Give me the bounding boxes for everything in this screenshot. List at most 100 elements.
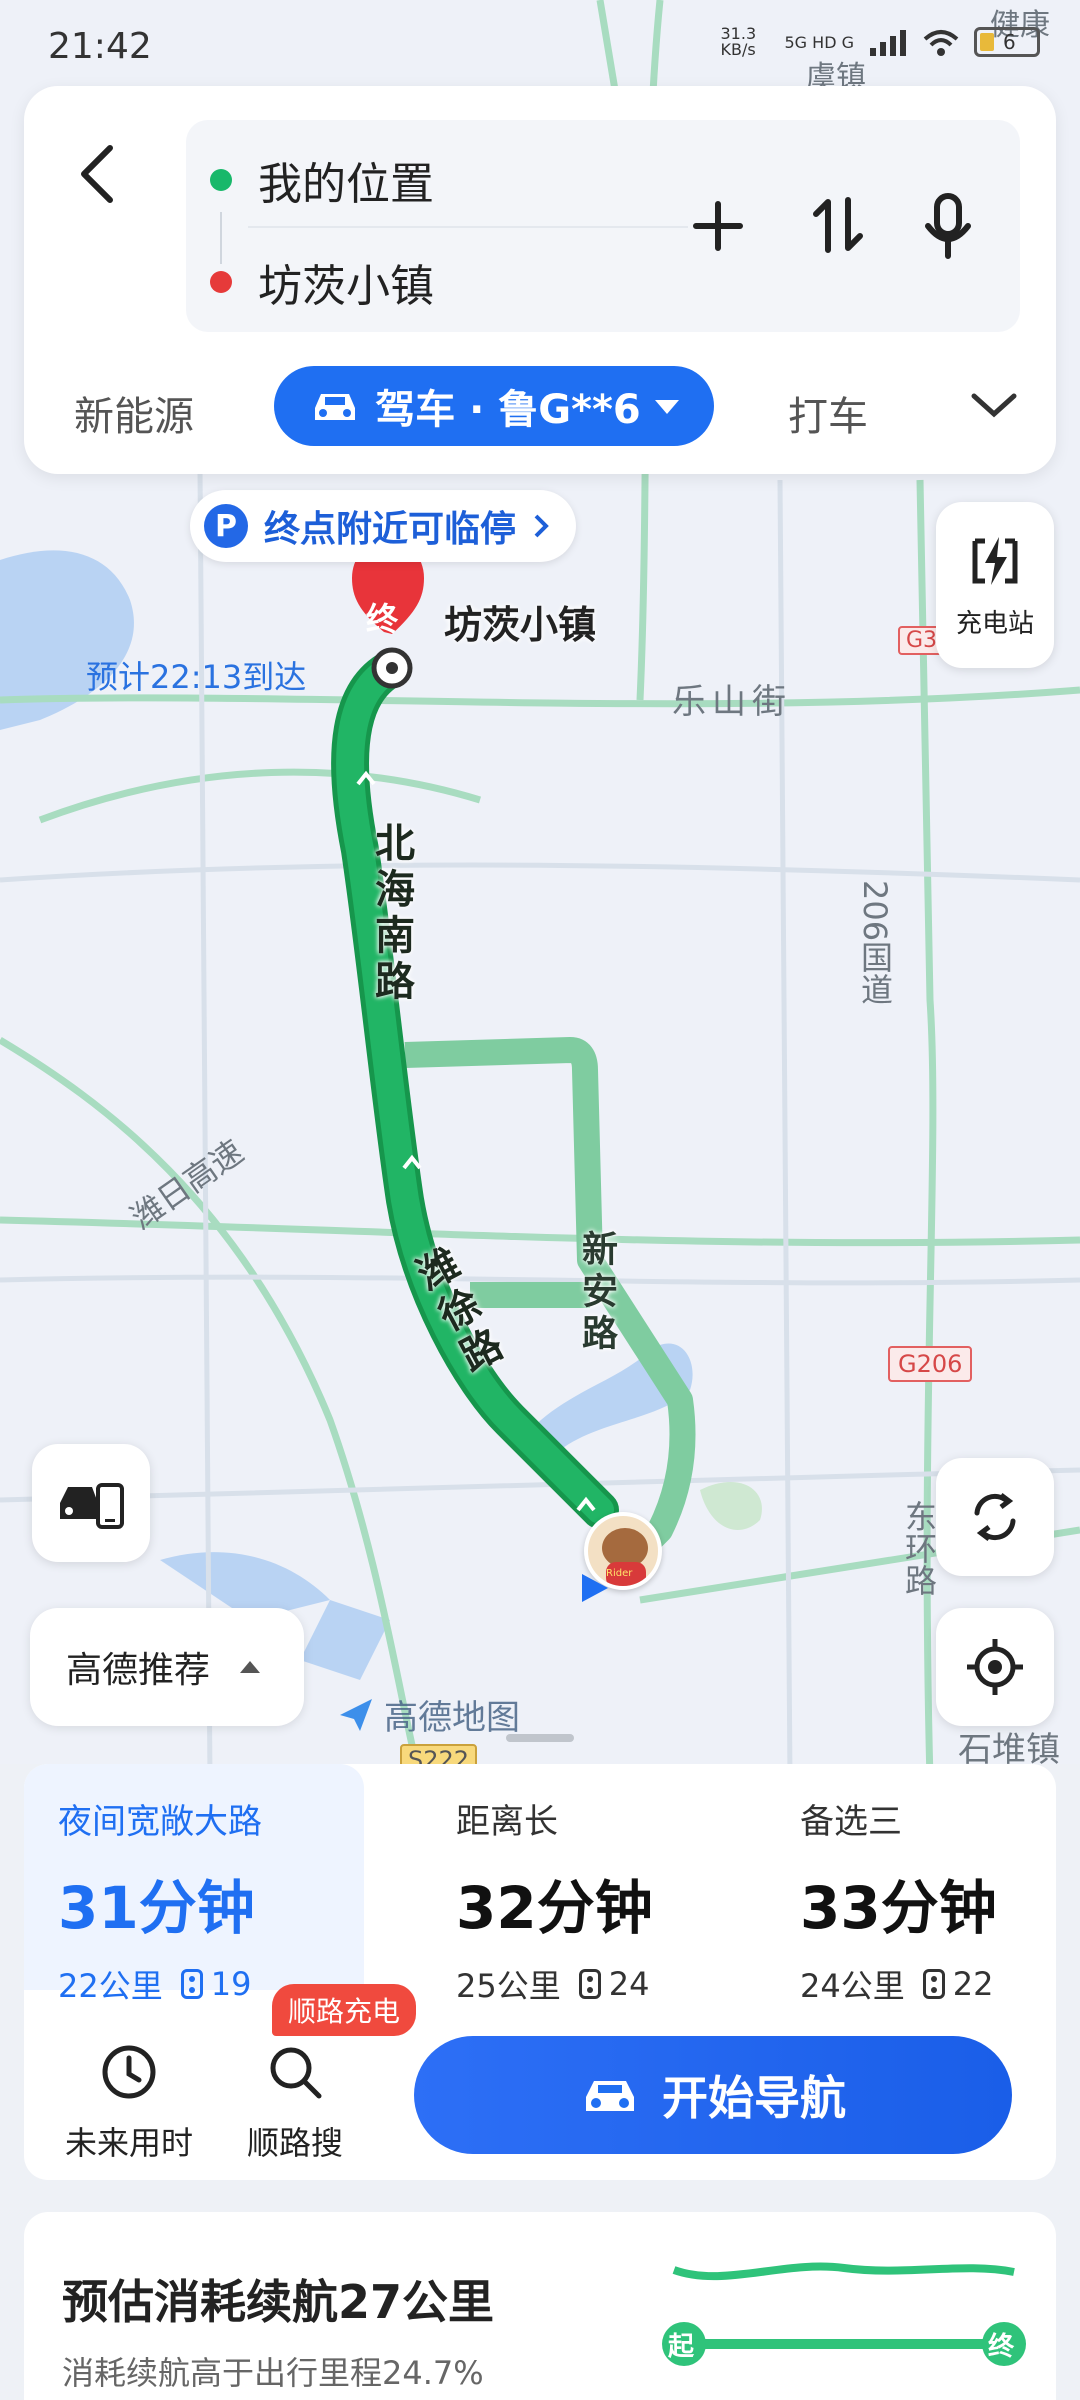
net-speed: 31.3 KB/s [720,24,757,59]
chevron-right-icon [534,514,549,538]
refresh-route-button[interactable] [936,1458,1054,1576]
battery-icon: 6 [974,27,1040,57]
avatar-tag: Rider [606,1568,633,1579]
tab-new-energy[interactable]: 新能源 [74,384,194,442]
route-option-2[interactable]: 距离长 32分钟 25公里 24 [422,1764,762,2005]
traffic-light-icon [578,1969,601,1999]
road-label-beihai-south: 北海南路 [368,822,414,1006]
signal-icon [870,30,906,56]
amap-logo: 高德地图 [336,1690,520,1739]
caret-up-icon [240,1661,261,1673]
status-bar: 21:42 31.3 KB/s 5G HD G 6 [0,0,1080,90]
route-option-time: 33分钟 [800,1874,997,1942]
swap-button[interactable] [796,180,880,270]
back-button[interactable] [60,134,140,214]
car-phone-icon [60,1483,124,1529]
origin-dot-icon [210,169,232,191]
swap-icon [813,197,863,253]
parking-hint-text: 终点附近可临停 [264,509,517,550]
route-option-lights: 22 [952,1965,994,2003]
plus-icon [693,201,743,251]
parking-icon: P [204,504,248,548]
label-g206: G206 [888,1346,973,1382]
dropdown-triangle-icon [654,400,679,414]
energy-start-label: 起 [668,2332,695,2362]
origin-field[interactable]: 我的位置 [210,150,434,210]
energy-end-label: 终 [988,2332,1015,2362]
add-waypoint-button[interactable] [676,180,760,270]
search-icon [270,2047,322,2099]
transport-mode-tabs: 新能源 驾车 · 鲁G**6 打车 [24,362,1056,448]
route-option-title: 夜间宽敞大路 [58,1802,262,1842]
route-option-title: 距离长 [456,1802,558,1842]
route-search-card: 我的位置 坊茨小镇 新能源 驾车 · 鲁G**6 打车 [24,86,1056,474]
car-icon [315,394,356,420]
future-time-label: 未来用时 [64,2124,193,2162]
road-label-xinan: 新安路 [576,1230,617,1356]
charging-station-button[interactable]: 充电站 [936,502,1054,668]
route-option-distance: 22公里 [58,1967,163,2005]
car-phone-link-button[interactable] [32,1444,150,1562]
microphone-icon [925,193,971,259]
destination-field[interactable]: 坊茨小镇 [210,252,434,312]
status-time: 21:42 [48,26,152,67]
wifi-icon [923,30,959,56]
destination-text: 坊茨小镇 [258,261,434,312]
energy-profile-chart [662,2262,1026,2366]
route-input-box: 我的位置 坊茨小镇 [186,120,1020,332]
chevron-down-icon [971,393,1017,418]
route-options-card: 夜间宽敞大路 31分钟 22公里 19 距离长 32分钟 25公里 24 备选三 3… [24,1764,1056,2180]
back-arrow-icon [81,145,113,203]
destination-name: 坊茨小镇 [444,603,597,647]
origin-text: 我的位置 [258,159,434,210]
route-option-meta: 24公里 22 [800,1961,1080,2007]
eta-label: 预计22:13到达 [86,658,307,696]
tab-drive-label: 驾车 · 鲁G**6 [375,387,641,433]
energy-title: 预估消耗续航27公里 [62,2275,495,2329]
route-option-distance: 24公里 [800,1967,905,2005]
route-preference-label: 高德推荐 [66,1650,211,1691]
energy-estimate-card[interactable]: 预估消耗续航27公里 消耗续航高于出行里程24.7% 起 终 [24,2212,1056,2400]
more-modes-button[interactable] [964,380,1024,430]
traffic-light-icon [180,1969,203,1999]
traffic-light-icon [922,1969,945,1999]
input-divider [248,226,688,228]
along-route-search-button[interactable]: 顺路搜 [220,2040,370,2164]
car-icon [586,2081,634,2111]
route-preference-button[interactable]: 高德推荐 [30,1608,304,1726]
route-option-lights: 19 [210,1965,252,2003]
amap-logo-text: 高德地图 [384,1698,520,1738]
refresh-icon [974,1493,1016,1541]
label-national-road-206: 206国道 [856,880,894,1006]
route-option-1[interactable]: 夜间宽敞大路 31分钟 22公里 19 [24,1764,364,2005]
along-route-search-label: 顺路搜 [246,2124,343,2162]
voice-button[interactable] [906,180,990,270]
start-navigation-button[interactable]: 开始导航 [414,2036,1012,2154]
route-option-meta: 25公里 24 [456,1961,762,2007]
battery-level: 6 [1003,30,1016,54]
destination-dot-icon [210,271,232,293]
locate-icon [967,1639,1023,1695]
navigation-arrow-icon [582,1574,608,1602]
tab-taxi[interactable]: 打车 [788,384,868,442]
drag-handle[interactable] [506,1734,574,1742]
label-leshan-street: 乐山街 [672,682,792,722]
route-option-time: 31分钟 [58,1874,255,1942]
route-option-time: 32分钟 [456,1874,653,1942]
charging-icon [972,536,1018,585]
amap-logo-icon [340,1698,372,1731]
future-time-button[interactable]: 未来用时 [54,2040,204,2164]
clock-icon [102,2045,156,2099]
locate-me-button[interactable] [936,1608,1054,1726]
parking-hint-chip[interactable]: P 终点附近可临停 [190,490,577,562]
route-option-distance: 25公里 [456,1967,561,2005]
destination-marker-label: 终 [366,600,399,638]
start-navigation-label: 开始导航 [662,2071,846,2125]
route-option-lights: 24 [608,1965,650,2003]
bottom-panel: 夜间宽敞大路 31分钟 22公里 19 距离长 32分钟 25公里 24 备选三 3… [0,1764,1080,2400]
tab-drive[interactable]: 驾车 · 鲁G**6 [274,366,714,446]
along-route-charge-badge: 顺路充电 [272,1984,417,2036]
route-option-3[interactable]: 备选三 33分钟 24公里 22 [766,1764,1080,2005]
status-icons: 31.3 KB/s 5G HD G 6 [720,24,1040,59]
route-option-title: 备选三 [800,1802,902,1842]
